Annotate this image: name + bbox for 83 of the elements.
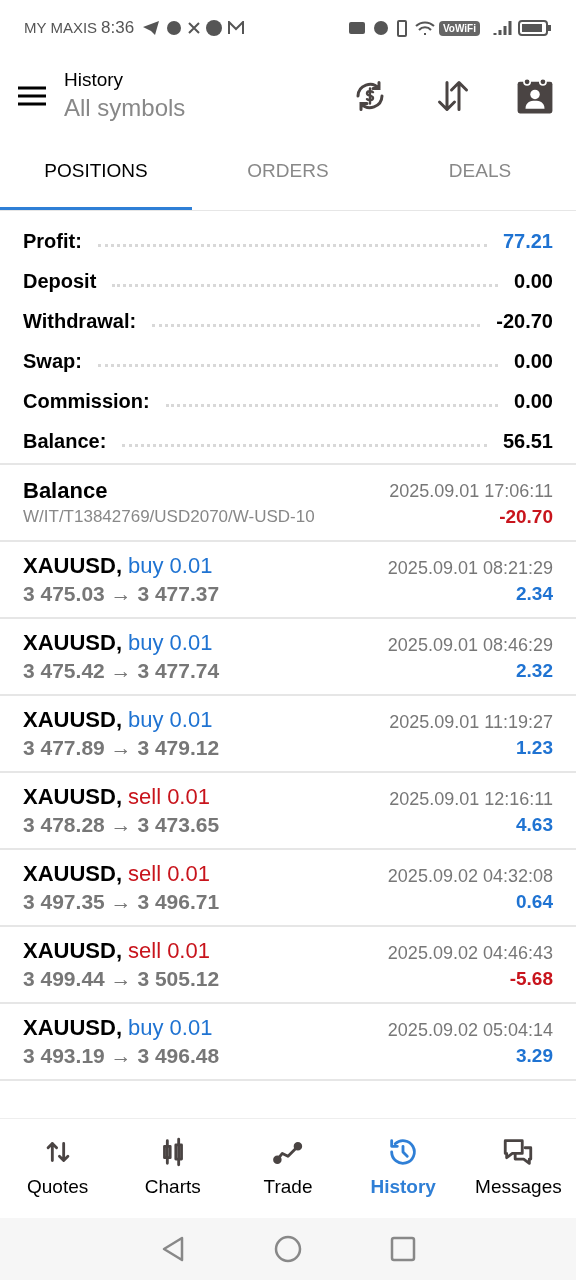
home-icon[interactable] [274,1235,302,1263]
back-icon[interactable] [160,1235,186,1263]
summary-value: 0.00 [514,389,553,413]
nav-tab[interactable]: Quotes [0,1119,116,1218]
profit: 0.64 [516,889,553,914]
mail-icon [228,21,245,35]
row-title: Balance [23,476,109,505]
tab[interactable]: POSITIONS [0,136,192,210]
order-type: buy 0.01 [128,705,213,734]
profit: 1.23 [516,735,553,760]
deal-time: 2025.09.01 17:06:11 [389,479,553,503]
carrier-name: MY MAXIS [24,17,98,38]
clock: 8:36 [101,17,135,40]
deal-time: 2025.09.01 12:16:11 [389,787,553,811]
deal-time: 2025.09.01 08:21:29 [387,556,553,580]
profit: -20.70 [499,504,553,529]
summary-value: 77.21 [502,229,553,253]
deal-time: 2025.09.01 08:46:29 [387,633,553,657]
summary-label: Withdrawal: [23,309,137,333]
summary-label: Deposit [23,269,97,293]
deal-row[interactable]: XAUUSD, sell 0.01 3 499.44 → 3 505.12 2025.09.02 04:46:43 -5.68 [0,927,576,1004]
vowifi-badge: VoWiFi [438,20,480,36]
recents-icon[interactable] [390,1236,416,1262]
menu-icon[interactable] [18,85,46,107]
profit: -5.68 [509,966,553,991]
symbol: XAUUSD, [23,1013,122,1042]
symbol: XAUUSD, [23,705,122,734]
price-range: 3 499.44 → 3 505.12 [23,965,220,992]
profit: 4.63 [516,812,553,837]
symbol-filter[interactable]: All symbols [64,92,186,124]
symbol: XAUUSD, [23,551,122,580]
tab[interactable]: DEALS [384,136,576,210]
price-range: 3 475.03 → 3 477.37 [23,580,220,607]
deal-time: 2025.09.01 11:19:27 [389,710,553,734]
deal-row[interactable]: XAUUSD, sell 0.01 3 478.28 → 3 473.65 2025.09.01 12:16:11 4.63 [0,773,576,850]
transaction-id: W/IT/T13842769/USD2070/W-USD-10 [23,505,315,528]
battery-icon [518,19,552,37]
summary-value: -20.70 [496,309,553,333]
summary-label: Swap: [23,349,82,373]
profit: 2.34 [516,581,553,606]
order-type: sell 0.01 [128,859,210,888]
summary-label: Commission: [23,389,150,413]
order-type: buy 0.01 [128,551,213,580]
price-range: 3 477.89 → 3 479.12 [23,734,220,761]
profit: 2.32 [516,658,553,683]
deal-time: 2025.09.02 04:32:08 [387,864,553,888]
deal-row[interactable]: XAUUSD, buy 0.01 3 493.19 → 3 496.48 2025.09.02 05:04:14 3.29 [0,1004,576,1081]
deal-time: 2025.09.02 05:04:14 [387,1018,553,1042]
wifi-icon [414,21,435,35]
deal-row[interactable]: XAUUSD, sell 0.01 3 497.35 → 3 496.71 2025.09.02 04:32:08 0.64 [0,850,576,927]
signal-icon [492,19,514,37]
deal-row[interactable]: XAUUSD, buy 0.01 3 475.03 → 3 477.37 2025.09.01 08:21:29 2.34 [0,542,576,619]
symbol: XAUUSD, [23,782,122,811]
order-type: sell 0.01 [128,782,210,811]
nav-tab[interactable]: Charts [115,1119,231,1218]
circle-icon [206,20,223,36]
price-range: 3 497.35 → 3 496.71 [23,888,220,915]
deal-row[interactable]: XAUUSD, buy 0.01 3 475.42 → 3 477.74 2025.09.01 08:46:29 2.32 [0,619,576,696]
nav-tab[interactable]: Messages [460,1119,576,1218]
cross-icon [188,22,201,34]
symbol: XAUUSD, [23,859,122,888]
tab[interactable]: ORDERS [192,136,384,210]
summary-value: 0.00 [514,349,553,373]
deal-time: 2025.09.02 04:46:43 [387,941,553,965]
screen-title: History [64,68,125,92]
calendar-person-icon[interactable] [516,77,554,115]
nav-tab[interactable]: Trade [230,1119,346,1218]
price-range: 3 478.28 → 3 473.65 [23,811,220,838]
summary-label: Profit: [23,229,82,253]
summary-label: Balance: [23,429,107,453]
summary-value: 0.00 [514,269,553,293]
deal-row[interactable]: XAUUSD, buy 0.01 3 477.89 → 3 479.12 2025.09.01 11:19:27 1.23 [0,696,576,773]
order-type: buy 0.01 [128,628,213,657]
price-range: 3 475.42 → 3 477.74 [23,657,220,684]
price-range: 3 493.19 → 3 496.48 [23,1042,220,1069]
order-type: buy 0.01 [128,1013,213,1042]
profit: 3.29 [516,1043,553,1068]
nav-tab[interactable]: History [345,1119,461,1218]
symbol: XAUUSD, [23,628,122,657]
symbol: XAUUSD, [23,936,122,965]
summary-value: 56.51 [502,429,553,453]
order-type: sell 0.01 [128,936,210,965]
paper-plane-icon [142,20,161,36]
